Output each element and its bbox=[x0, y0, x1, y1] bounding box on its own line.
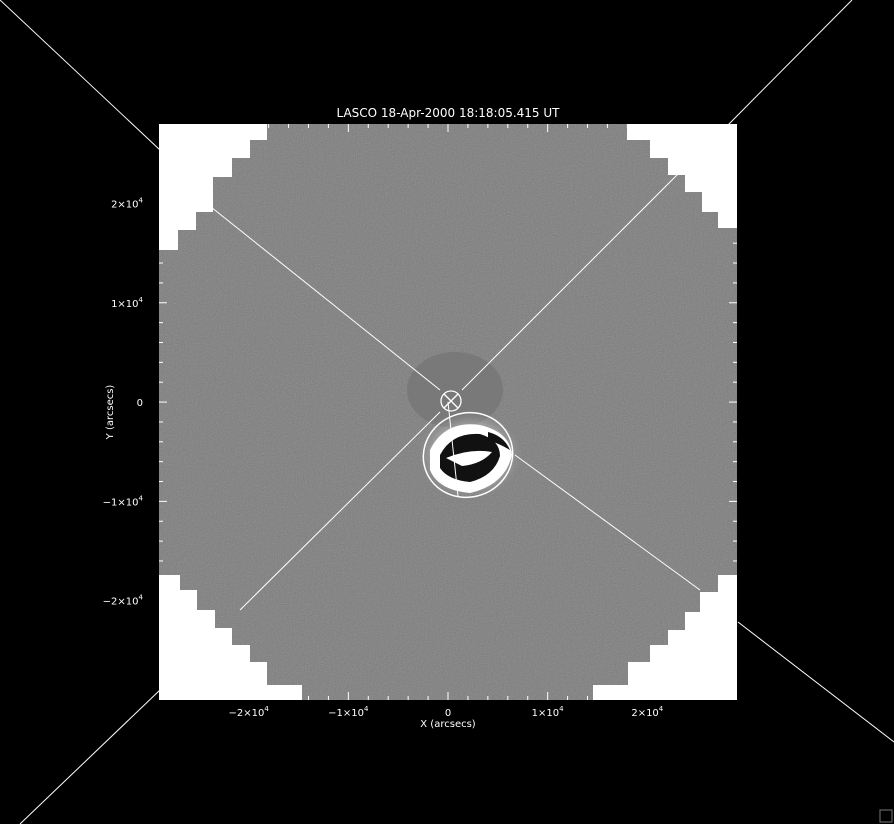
x-tick-label: −2×104 bbox=[229, 705, 270, 719]
x-tick-label: 2×104 bbox=[631, 705, 663, 719]
x-tick-label: 1×104 bbox=[532, 705, 564, 719]
corner-box-icon bbox=[879, 809, 893, 823]
plot-title: LASCO 18-Apr-2000 18:18:05.415 UT bbox=[337, 106, 561, 120]
x-axis-label: X (arcsecs) bbox=[420, 719, 476, 730]
y-tick-label: 0 bbox=[137, 398, 143, 409]
y-axis-label: Y (arcsecs) bbox=[105, 385, 116, 441]
x-tick-label: 0 bbox=[445, 708, 451, 719]
y-tick-label: −1×104 bbox=[103, 494, 144, 508]
coronagraph-figure: −2×104 −1×104 0 1×104 2×104 2×104 1×104 0 −1×104… bbox=[0, 0, 894, 824]
y-tick-label: 1×104 bbox=[111, 296, 143, 310]
y-tick-label: −2×104 bbox=[103, 594, 144, 608]
x-tick-label: −1×104 bbox=[328, 705, 369, 719]
y-tick-label: 2×104 bbox=[111, 196, 143, 210]
